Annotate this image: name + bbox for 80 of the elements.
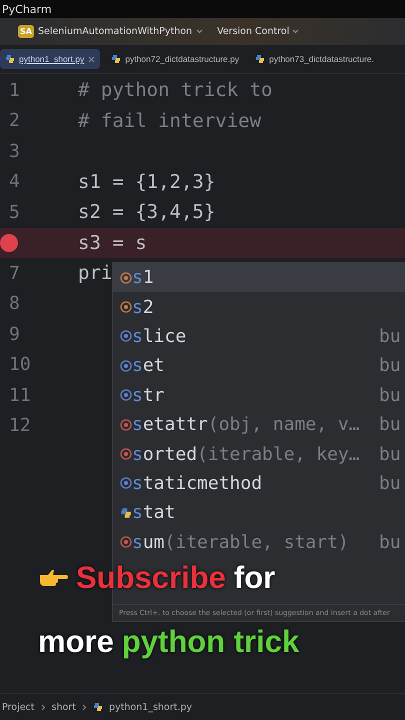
python-file-icon — [111, 54, 122, 64]
breadcrumb[interactable]: Project — [2, 702, 35, 712]
completion-item[interactable]: sum(iterable, start) bu — [113, 528, 405, 557]
version-control-menu[interactable]: Version Control — [217, 26, 300, 37]
completion-item[interactable]: s1 — [113, 263, 405, 292]
window-title: PyCharm — [2, 2, 52, 16]
line-number: 12 — [8, 415, 32, 436]
caption-text: Subscribe — [76, 560, 226, 596]
completion-name: set — [132, 355, 165, 376]
editor-tab[interactable]: python72_dictdatastructure.py — [106, 49, 244, 69]
code-line: # python trick to — [78, 79, 272, 102]
completion-item[interactable]: setattr(obj, name, v… bu — [113, 410, 405, 440]
pointing-hand-icon — [38, 567, 68, 589]
completion-name: staticmethod — [132, 472, 262, 494]
line-number: 8 — [8, 293, 21, 314]
editor-tab[interactable]: python73_dictdatastructure. — [250, 49, 380, 69]
completion-source: bu — [379, 326, 401, 347]
completion-name: str — [132, 384, 165, 406]
completion-name: stat — [132, 502, 176, 524]
line-number: 5 — [8, 202, 21, 223]
function-icon — [120, 448, 132, 460]
completion-item[interactable]: sorted(iterable, key… bu — [113, 439, 405, 469]
code-line: s2 = {3,4,5} — [78, 201, 216, 224]
completion-item[interactable]: stat — [113, 498, 405, 528]
class-icon — [120, 360, 132, 372]
chevron-right-icon — [40, 704, 46, 710]
caption-text: more — [38, 624, 114, 660]
completion-source: bu — [379, 355, 401, 376]
completion-source: bu — [379, 414, 401, 436]
line-number: 10 — [8, 354, 32, 376]
completion-name: sorted(iterable, key… — [132, 444, 360, 465]
class-icon — [120, 389, 132, 402]
chevron-right-icon — [82, 704, 87, 710]
python-file-icon — [255, 54, 266, 64]
completion-name: s2 — [132, 296, 154, 318]
variable-icon — [120, 301, 132, 314]
project-selector[interactable]: SA SeleniumAutomationWithPython — [18, 25, 204, 38]
completion-item[interactable]: set bu — [113, 351, 405, 381]
line-number: 4 — [8, 171, 21, 192]
code-line: # fail interview — [78, 110, 262, 132]
breadcrumb[interactable]: short — [52, 702, 76, 712]
completion-item[interactable]: slice bu — [113, 322, 405, 352]
completion-name: sum(iterable, start) — [132, 532, 349, 553]
python-file-icon — [5, 54, 15, 64]
completion-item[interactable]: str bu — [113, 380, 405, 410]
chevron-down-icon — [196, 29, 204, 34]
python-file-icon — [120, 506, 132, 519]
completion-name: s1 — [132, 267, 154, 288]
chevron-down-icon — [292, 29, 300, 34]
line-number: 3 — [8, 140, 21, 162]
code-line: s1 = {1,2,3} — [78, 170, 216, 193]
completion-item[interactable]: s2 — [113, 292, 405, 322]
completion-name: slice — [132, 326, 186, 347]
caption-text: for — [234, 560, 276, 596]
class-icon — [120, 330, 132, 342]
variable-icon — [120, 272, 132, 284]
completion-source: bu — [379, 532, 401, 553]
function-icon — [120, 536, 132, 548]
completion-source: bu — [379, 472, 401, 494]
completion-source: bu — [379, 444, 401, 465]
line-number: 2 — [8, 110, 21, 132]
completion-name: setattr(obj, name, v… — [132, 414, 360, 436]
completion-source: bu — [379, 384, 401, 406]
python-file-icon — [92, 702, 103, 712]
line-number: 11 — [8, 384, 32, 406]
code-line: s3 = s — [78, 232, 147, 254]
caption-text: python trick — [122, 624, 300, 660]
line-number: 1 — [8, 80, 21, 101]
completion-item[interactable]: staticmethod bu — [113, 468, 405, 498]
breadcrumb[interactable]: python1_short.py — [108, 702, 192, 712]
line-number: 7 — [8, 262, 21, 284]
code-line: pri — [78, 262, 112, 284]
class-icon — [120, 477, 132, 490]
project-name: SeleniumAutomationWithPython — [38, 26, 192, 37]
breakpoint-icon[interactable] — [0, 234, 18, 252]
line-number: 9 — [8, 324, 21, 345]
function-icon — [120, 418, 132, 431]
project-badge: SA — [18, 25, 34, 38]
editor-tab[interactable]: python1_short.py — [0, 49, 100, 69]
close-icon[interactable] — [88, 56, 96, 62]
